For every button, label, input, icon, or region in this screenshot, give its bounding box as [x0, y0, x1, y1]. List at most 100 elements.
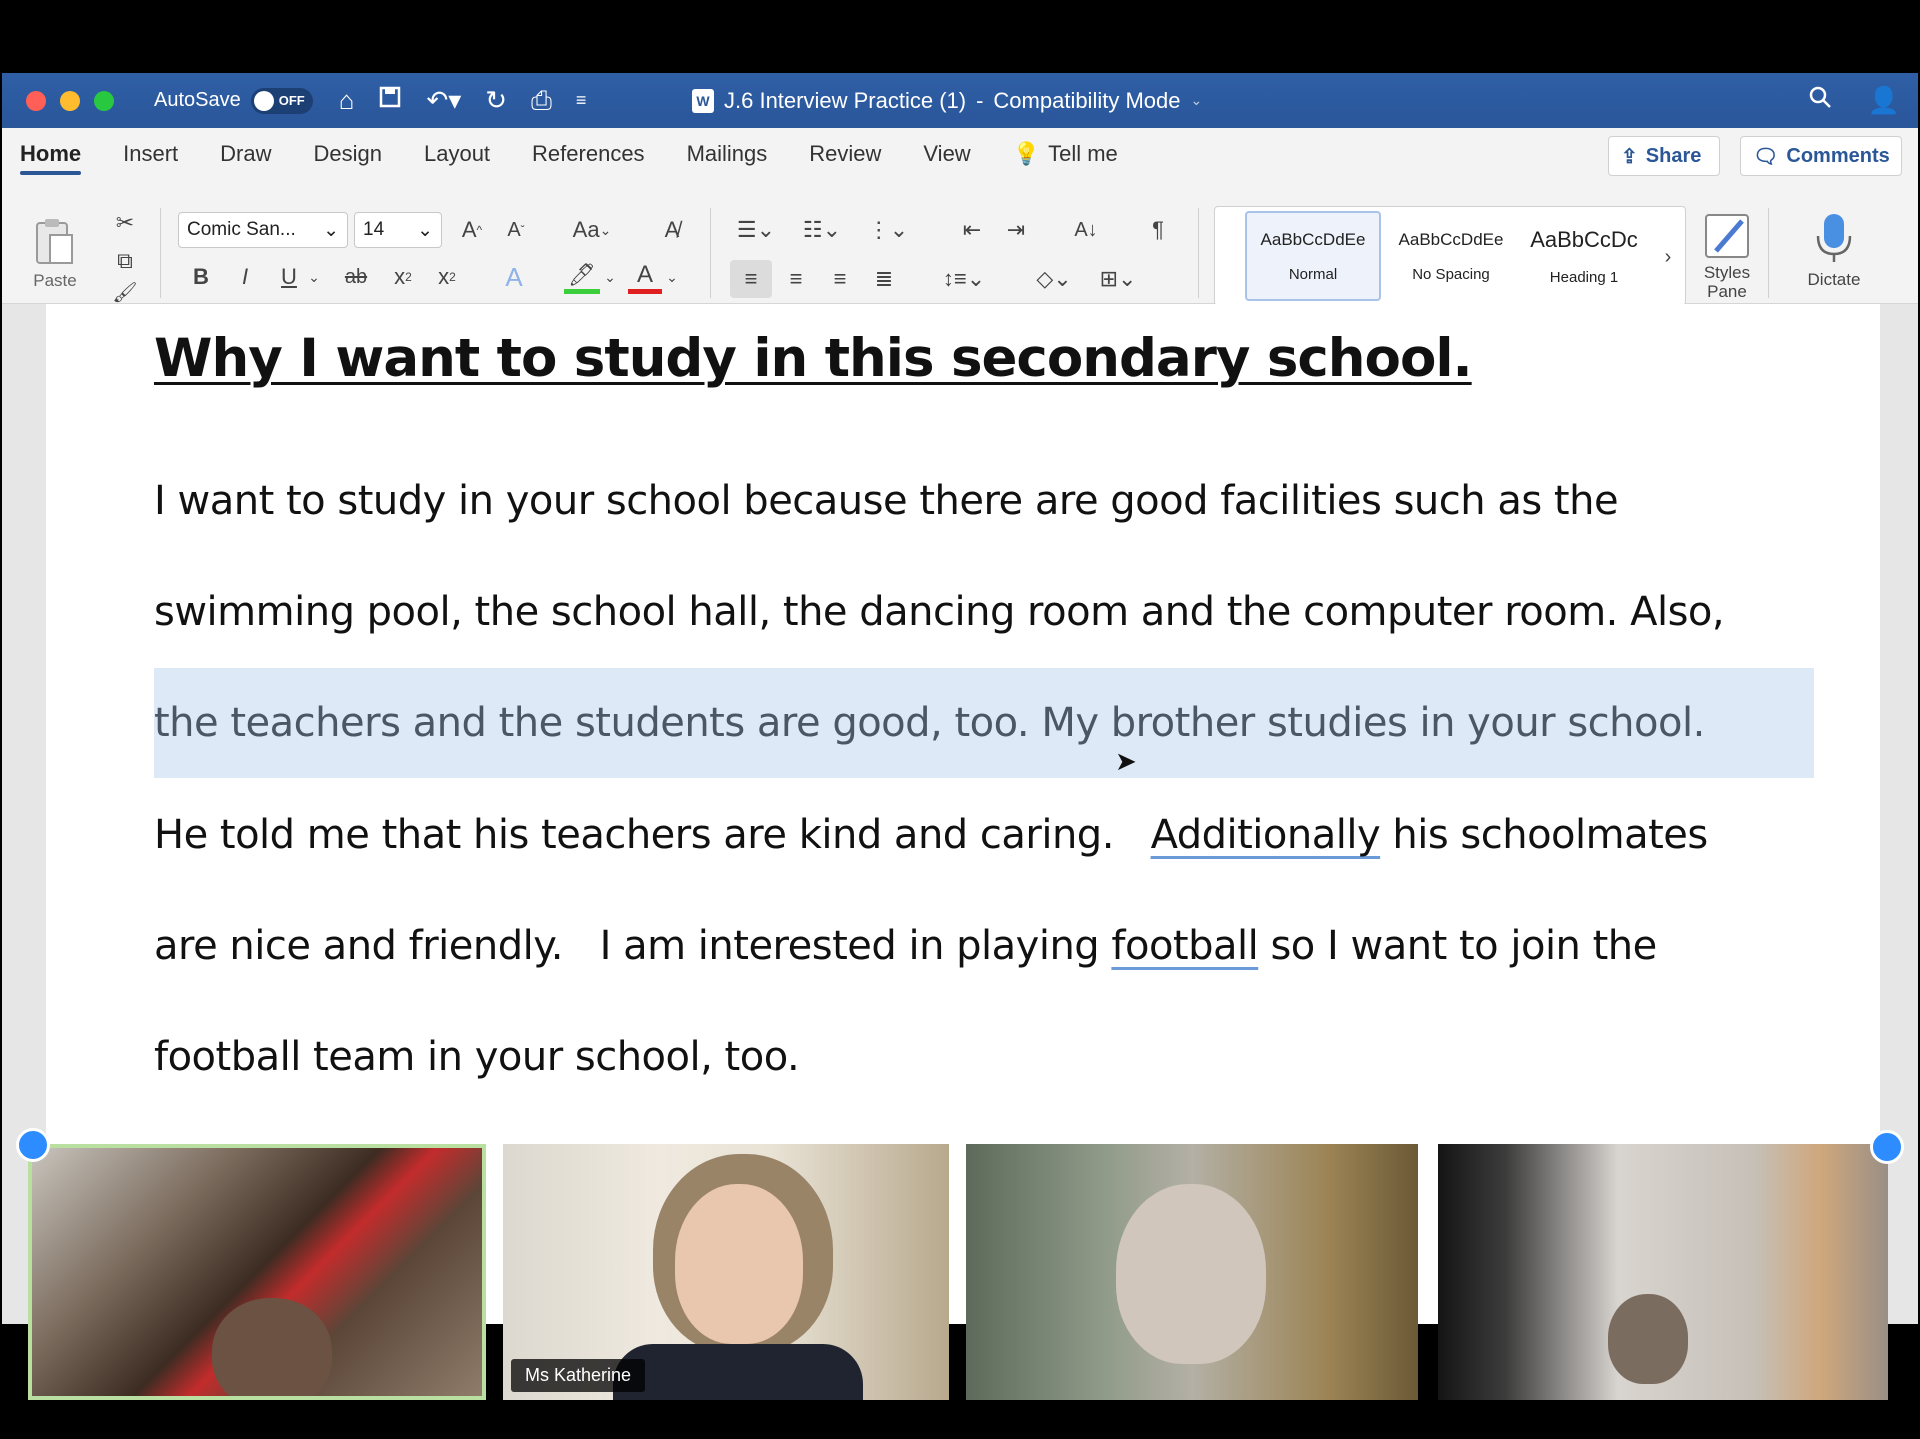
align-center-icon[interactable]: ≡: [778, 260, 814, 298]
search-icon[interactable]: [1808, 85, 1832, 116]
comments-label: Comments: [1786, 144, 1890, 167]
strikethrough-button[interactable]: ab: [338, 260, 374, 294]
cut-icon[interactable]: ✂: [110, 208, 140, 238]
paragraph-line[interactable]: football team in your school, too.: [154, 1034, 800, 1080]
tab-home[interactable]: Home: [20, 133, 82, 175]
bullets-icon[interactable]: ☰⌄: [732, 212, 780, 248]
undo-icon[interactable]: ↶▾: [426, 85, 461, 116]
zoom-indicator-icon: [1870, 1130, 1904, 1164]
bold-button[interactable]: B: [186, 260, 216, 294]
italic-button[interactable]: I: [230, 260, 260, 294]
font-name-select[interactable]: Comic San... ⌄: [178, 212, 348, 248]
align-right-icon[interactable]: ≡: [822, 260, 858, 298]
participant-video-1[interactable]: [28, 1144, 486, 1400]
participant-name-label: Ms Katherine: [511, 1359, 646, 1392]
compatibility-mode: Compatibility Mode: [993, 87, 1181, 113]
tab-layout[interactable]: Layout: [424, 133, 490, 175]
dictate-button[interactable]: Dictate: [1784, 206, 1884, 296]
superscript-icon[interactable]: x2: [432, 260, 462, 294]
decrease-indent-icon[interactable]: ⇤: [954, 212, 990, 248]
justify-icon[interactable]: ≣: [866, 260, 902, 298]
tell-me-search[interactable]: 💡 Tell me: [1013, 133, 1118, 175]
grow-font-icon[interactable]: A ^: [454, 212, 490, 248]
account-icon[interactable]: 👤: [1868, 85, 1900, 116]
font-size-select[interactable]: 14 ⌄: [354, 212, 442, 248]
comments-button[interactable]: 🗨 Comments: [1740, 136, 1902, 176]
divider: [1198, 208, 1199, 298]
underline-button[interactable]: U: [274, 260, 304, 294]
save-icon[interactable]: [378, 85, 402, 116]
text-effects-icon[interactable]: A: [496, 260, 532, 294]
paste-button[interactable]: Paste: [20, 206, 90, 302]
numbering-icon[interactable]: ☷⌄: [798, 212, 846, 248]
line-spacing-icon[interactable]: ↕≡⌄: [936, 260, 992, 298]
chevron-down-icon: ⌄: [323, 219, 339, 241]
copy-icon[interactable]: ⧉: [110, 246, 140, 276]
style-heading-1[interactable]: AaBbCcDc Heading 1: [1521, 211, 1647, 301]
customize-toolbar-icon[interactable]: ≡: [576, 90, 587, 111]
chevron-down-icon[interactable]: ⌄: [1190, 92, 1202, 109]
participant-face: [1116, 1184, 1266, 1364]
paragraph-line[interactable]: swimming pool, the school hall, the danc…: [154, 589, 1725, 635]
font-color-icon[interactable]: A: [628, 260, 662, 294]
redo-icon[interactable]: ↻: [485, 85, 507, 116]
chevron-right-icon[interactable]: ›: [1655, 237, 1681, 277]
text-run: are nice and friendly. I am interested i…: [154, 923, 1112, 969]
print-icon[interactable]: ⎙: [531, 85, 552, 117]
autosave-toggle[interactable]: OFF: [250, 87, 313, 114]
tab-view[interactable]: View: [923, 133, 970, 175]
multilevel-list-icon[interactable]: ⋮⌄: [864, 212, 912, 248]
sort-icon[interactable]: A↓: [1066, 212, 1106, 248]
paragraph-line[interactable]: He told me that his teachers are kind an…: [154, 812, 1708, 858]
zoom-window-button[interactable]: [94, 90, 114, 111]
chevron-down-icon[interactable]: ⌄: [602, 260, 618, 294]
participant-video-4[interactable]: [1438, 1144, 1888, 1400]
style-preview: AaBbCcDdEe: [1398, 229, 1504, 249]
tab-review[interactable]: Review: [809, 133, 881, 175]
chevron-down-icon[interactable]: ⌄: [306, 260, 322, 294]
tab-references[interactable]: References: [532, 133, 645, 175]
grammar-flag[interactable]: football: [1111, 923, 1258, 969]
styles-pane-button[interactable]: Styles Pane: [1692, 206, 1762, 306]
style-no-spacing[interactable]: AaBbCcDdEe No Spacing: [1383, 211, 1519, 301]
paragraph-line[interactable]: I want to study in your school because t…: [154, 478, 1619, 524]
shrink-font-icon[interactable]: Aˇ: [498, 212, 534, 248]
word-document-icon: W: [692, 88, 714, 113]
quick-access-toolbar: ⌂ ↶▾ ↻ ⎙ ≡: [339, 85, 587, 117]
paragraph-line[interactable]: are nice and friendly. I am interested i…: [154, 923, 1657, 969]
align-left-icon[interactable]: ≡: [730, 260, 772, 298]
dictate-label: Dictate: [1807, 270, 1861, 289]
share-button[interactable]: ⇪ Share: [1608, 136, 1720, 176]
tab-draw[interactable]: Draw: [220, 133, 271, 175]
format-painter-icon[interactable]: 🖌: [110, 280, 140, 304]
grammar-flag[interactable]: Additionally: [1151, 812, 1381, 858]
minimize-window-button[interactable]: [60, 90, 80, 111]
shading-icon[interactable]: ◇⌄: [1030, 260, 1078, 298]
document-heading[interactable]: Why I want to study in this secondary sc…: [154, 328, 1473, 389]
home-icon[interactable]: ⌂: [339, 85, 355, 116]
tab-mailings[interactable]: Mailings: [687, 133, 768, 175]
close-window-button[interactable]: [26, 90, 46, 111]
font-size-value: 14: [363, 219, 385, 240]
style-normal[interactable]: AaBbCcDdEe Normal: [1245, 211, 1381, 301]
styles-pane-icon: [1705, 214, 1749, 258]
change-case-button[interactable]: Aa ⌄: [564, 212, 620, 248]
tab-insert[interactable]: Insert: [123, 133, 178, 175]
participant-video-2[interactable]: Ms Katherine: [503, 1144, 949, 1400]
style-preview: AaBbCcDc: [1530, 226, 1638, 252]
share-icon: ⇪: [1621, 145, 1638, 168]
paragraph-line-selected[interactable]: the teachers and the students are good, …: [154, 700, 1705, 746]
chevron-down-icon[interactable]: ⌄: [664, 260, 680, 294]
subscript-icon[interactable]: x2: [388, 260, 418, 294]
tab-design[interactable]: Design: [314, 133, 382, 175]
highlight-color-icon[interactable]: 🖊: [564, 260, 600, 294]
clear-formatting-icon[interactable]: A̸: [654, 212, 690, 248]
window-controls: [26, 90, 114, 111]
title-bar-right: 👤: [1808, 73, 1900, 128]
borders-icon[interactable]: ⊞⌄: [1092, 260, 1144, 298]
document-title: W J.6 Interview Practice (1) - Compatibi…: [692, 73, 1202, 128]
style-name: Heading 1: [1549, 268, 1619, 286]
paragraph-marks-icon[interactable]: ¶: [1140, 212, 1176, 248]
participant-video-3[interactable]: [966, 1144, 1418, 1400]
increase-indent-icon[interactable]: ⇥: [998, 212, 1034, 248]
